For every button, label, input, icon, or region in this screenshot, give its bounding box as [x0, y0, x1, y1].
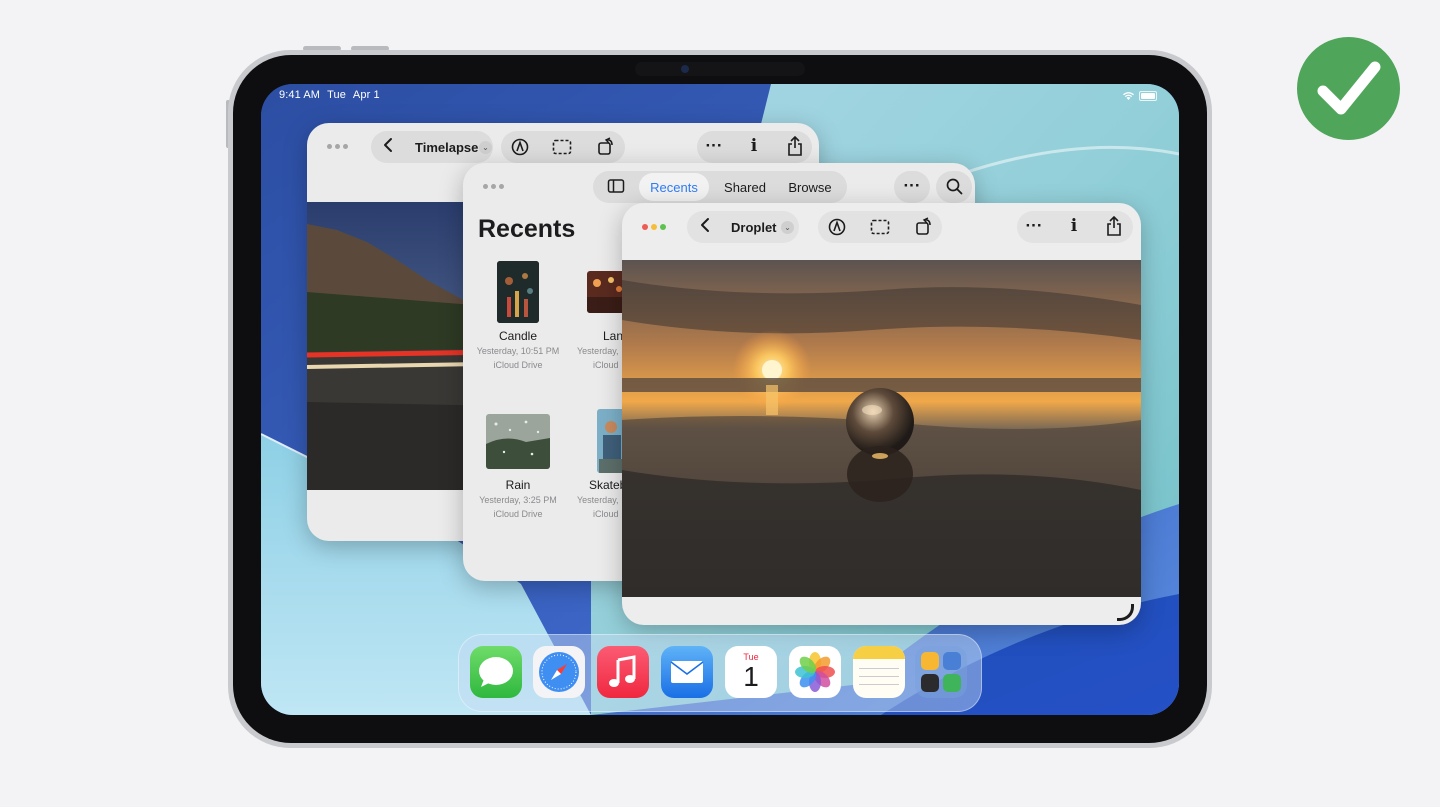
close-button[interactable] [642, 224, 648, 230]
messages-app-icon[interactable] [470, 646, 522, 698]
markup-icon[interactable] [510, 138, 530, 161]
markup-icon[interactable] [827, 218, 847, 241]
page-title: Recents [478, 215, 576, 243]
file-thumbnail-candle[interactable] [497, 261, 539, 323]
search-icon[interactable] [943, 178, 965, 200]
zoom-button[interactable] [660, 224, 666, 230]
file-thumbnail-rain[interactable] [486, 414, 550, 469]
more-icon[interactable]: ··· [1023, 216, 1045, 236]
droplet-window[interactable]: Droplet ⌄ ··· i [622, 203, 1141, 625]
share-icon[interactable] [784, 135, 806, 161]
chevron-down-icon[interactable]: ⌄ [479, 141, 492, 154]
wifi-icon [1122, 91, 1135, 104]
file-thumbnail-lan[interactable] [587, 271, 627, 313]
info-icon[interactable]: i [743, 136, 765, 156]
tab-browse[interactable]: Browse [779, 180, 841, 195]
file-location: iCloud Drive [493, 360, 543, 370]
status-day: Tue [327, 89, 346, 101]
info-icon[interactable]: i [1063, 216, 1085, 236]
file-location: iCloud Drive [493, 509, 543, 519]
more-icon[interactable]: ··· [901, 176, 923, 196]
status-date: Apr 1 [352, 89, 380, 101]
back-chevron-icon[interactable] [377, 137, 399, 158]
chevron-down-icon[interactable]: ⌄ [781, 221, 794, 234]
photos-app-icon[interactable] [789, 646, 841, 698]
status-bar: 9:41 AM Tue Apr 1 [279, 89, 387, 101]
checkmark-badge [1297, 37, 1400, 140]
safari-app-icon[interactable] [533, 646, 585, 698]
rotate-icon[interactable] [913, 216, 935, 241]
back-chevron-icon[interactable] [694, 217, 716, 238]
window-controls[interactable] [327, 144, 348, 149]
droplet-photo [622, 260, 1141, 597]
app-library-icon[interactable] [915, 646, 967, 698]
file-date: Yesterday, 10:51 PM [476, 346, 560, 356]
notes-app-icon[interactable] [853, 646, 905, 698]
file-name: Candle [498, 329, 538, 343]
crop-select-icon[interactable] [551, 139, 573, 160]
tab-recents[interactable]: Recents [639, 180, 709, 195]
file-date: Yesterday, 3:25 PM [479, 495, 557, 505]
music-app-icon[interactable] [597, 646, 649, 698]
mail-app-icon[interactable] [661, 646, 713, 698]
camera-housing [635, 62, 805, 76]
file-name: Rain [505, 478, 531, 492]
minimize-button[interactable] [651, 224, 657, 230]
window-title[interactable]: Droplet [731, 220, 777, 235]
camera-lens [681, 65, 689, 73]
battery-icon [1139, 91, 1157, 101]
share-icon[interactable] [1103, 215, 1125, 241]
window-controls[interactable] [642, 224, 666, 230]
more-icon[interactable]: ··· [703, 136, 725, 156]
calendar-date: 1 [743, 661, 759, 692]
window-title[interactable]: Timelapse [415, 140, 478, 155]
status-time: 9:41 AM [279, 89, 321, 101]
tab-shared[interactable]: Shared [715, 180, 775, 195]
calendar-app-icon[interactable]: Tue 1 [725, 646, 777, 698]
resize-handle[interactable] [1117, 604, 1134, 621]
checkmark-icon [1317, 61, 1381, 115]
rotate-icon[interactable] [595, 136, 617, 161]
sidebar-icon[interactable] [606, 178, 626, 199]
crop-select-icon[interactable] [869, 219, 891, 240]
window-controls[interactable] [483, 184, 504, 189]
